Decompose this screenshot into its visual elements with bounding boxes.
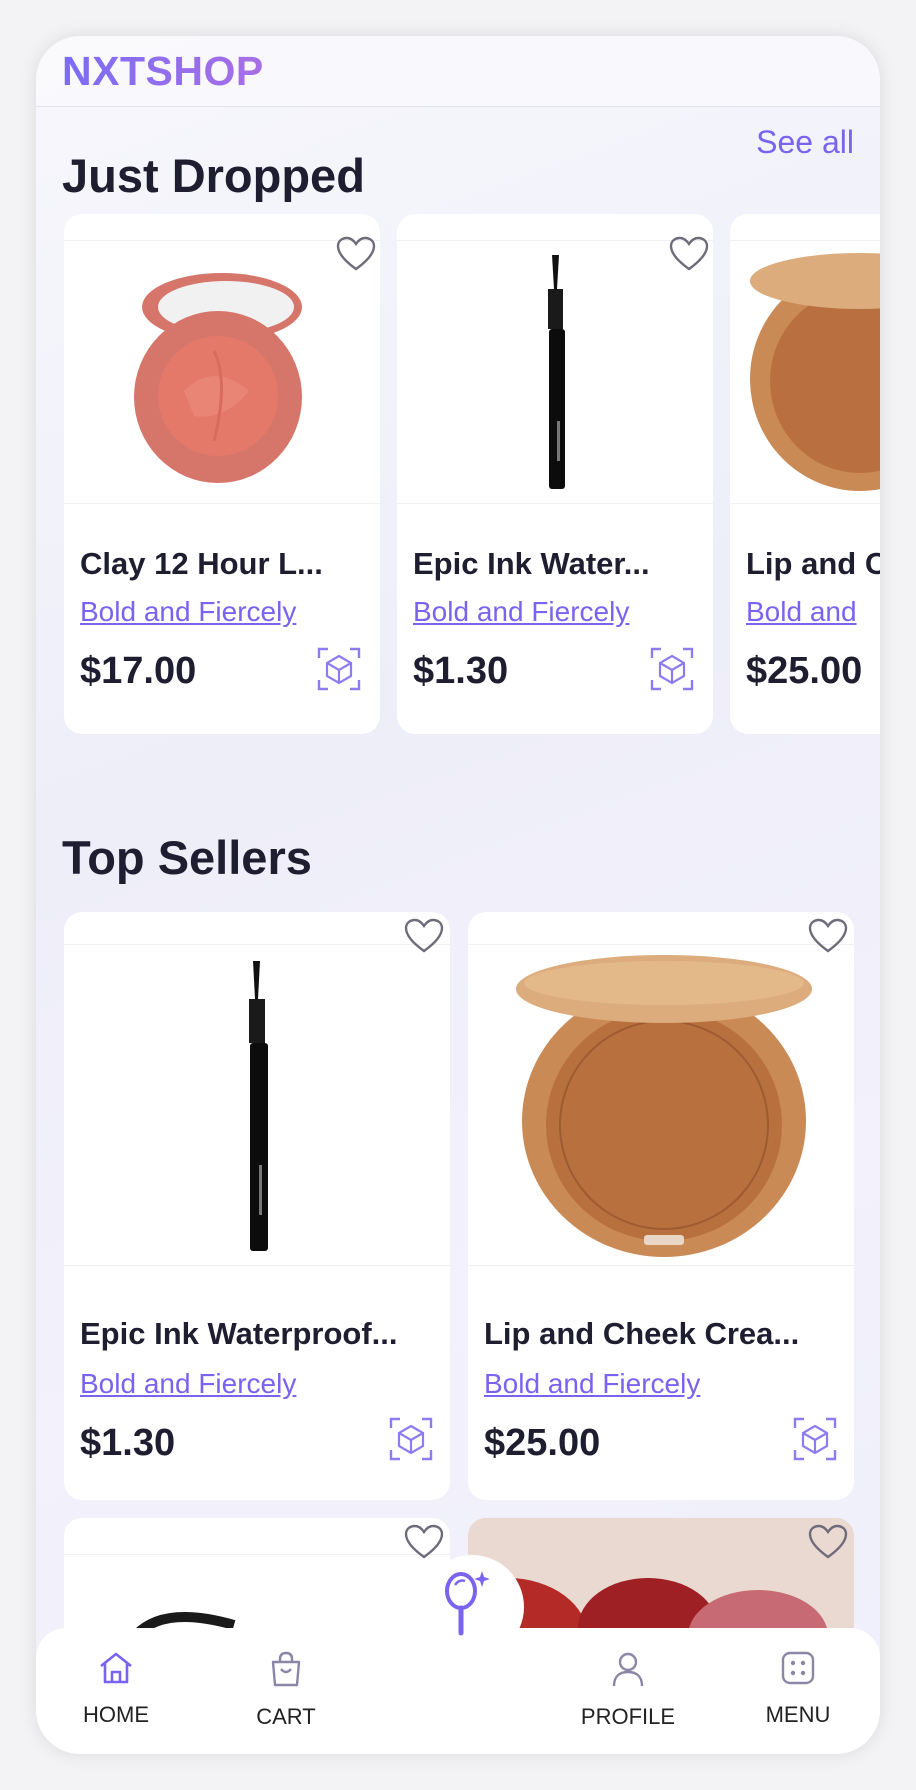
product-price: $17.00 [80, 650, 197, 692]
ar-cube-icon[interactable] [792, 1416, 838, 1462]
blush-compact-image [134, 273, 302, 483]
product-name[interactable]: Lip and C [746, 546, 880, 582]
product-brand-link[interactable]: Bold and [746, 596, 857, 628]
ar-cube-icon[interactable] [388, 1416, 434, 1462]
product-name[interactable]: Clay 12 Hour L... [80, 546, 323, 582]
product-price: $1.30 [413, 650, 509, 692]
nav-cart-label: CART [256, 1704, 316, 1729]
nav-menu[interactable]: MENU [738, 1650, 858, 1728]
nav-cart[interactable]: CART [226, 1650, 346, 1730]
product-brand-link[interactable]: Bold and Fiercely [413, 596, 629, 628]
product-card[interactable]: Clay 12 Hour L... Bold and Fiercely $17.… [64, 214, 380, 734]
product-card[interactable]: Epic Ink Water... Bold and Fiercely $1.3… [397, 214, 713, 734]
top-bar: NXTSHOP [36, 36, 880, 107]
bronzer-compact-image [750, 253, 880, 491]
product-image[interactable] [64, 944, 450, 1266]
product-card[interactable]: Lip and Cheek Crea... Bold and Fiercely … [468, 912, 854, 1500]
nav-menu-label: MENU [765, 1702, 831, 1727]
ar-cube-icon[interactable] [316, 646, 362, 692]
see-all-link[interactable]: See all [756, 124, 854, 161]
top-sellers-title: Top Sellers [62, 831, 312, 884]
nav-home[interactable]: HOME [56, 1650, 176, 1728]
nav-home-label: HOME [83, 1702, 149, 1727]
ar-cube-icon[interactable] [649, 646, 695, 692]
eyeliner-pen-image [548, 255, 565, 489]
product-price: $25.00 [746, 650, 863, 692]
product-name[interactable]: Epic Ink Water... [413, 546, 650, 582]
heart-icon[interactable] [336, 236, 376, 272]
bronzer-compact-image [516, 955, 812, 1257]
product-name[interactable]: Lip and Cheek Crea... [484, 1316, 799, 1352]
nav-profile[interactable]: PROFILE [568, 1650, 688, 1730]
product-image[interactable] [64, 240, 380, 504]
product-brand-link[interactable]: Bold and Fiercely [80, 596, 296, 628]
brand-logo[interactable]: NXTSHOP [62, 48, 264, 95]
nav-profile-label: PROFILE [580, 1704, 676, 1729]
magic-mirror-button[interactable] [420, 1555, 524, 1659]
product-image[interactable] [730, 240, 880, 504]
product-price: $25.00 [484, 1422, 601, 1464]
product-card[interactable]: Epic Ink Waterproof... Bold and Fiercely… [64, 912, 450, 1500]
product-price: $1.30 [80, 1422, 176, 1464]
product-card[interactable]: Lip and C Bold and $25.00 [730, 214, 880, 734]
home-icon [100, 1652, 132, 1684]
app-screen: NXTSHOP Just Dropped See all Clay 12 Hou… [36, 36, 880, 1754]
product-name[interactable]: Epic Ink Waterproof... [80, 1316, 398, 1352]
menu-icon [781, 1651, 815, 1685]
heart-icon[interactable] [808, 918, 848, 954]
profile-icon [612, 1652, 644, 1687]
product-brand-link[interactable]: Bold and Fiercely [80, 1368, 296, 1400]
product-image[interactable] [468, 944, 854, 1266]
magic-mirror-icon [445, 1571, 490, 1636]
heart-icon[interactable] [808, 1524, 848, 1560]
product-image[interactable] [397, 240, 713, 504]
shopping-bag-icon [271, 1651, 301, 1687]
just-dropped-title: Just Dropped [62, 149, 365, 202]
heart-icon[interactable] [669, 236, 709, 272]
eyeliner-pen-image [249, 961, 268, 1251]
product-brand-link[interactable]: Bold and Fiercely [484, 1368, 700, 1400]
heart-icon[interactable] [404, 918, 444, 954]
